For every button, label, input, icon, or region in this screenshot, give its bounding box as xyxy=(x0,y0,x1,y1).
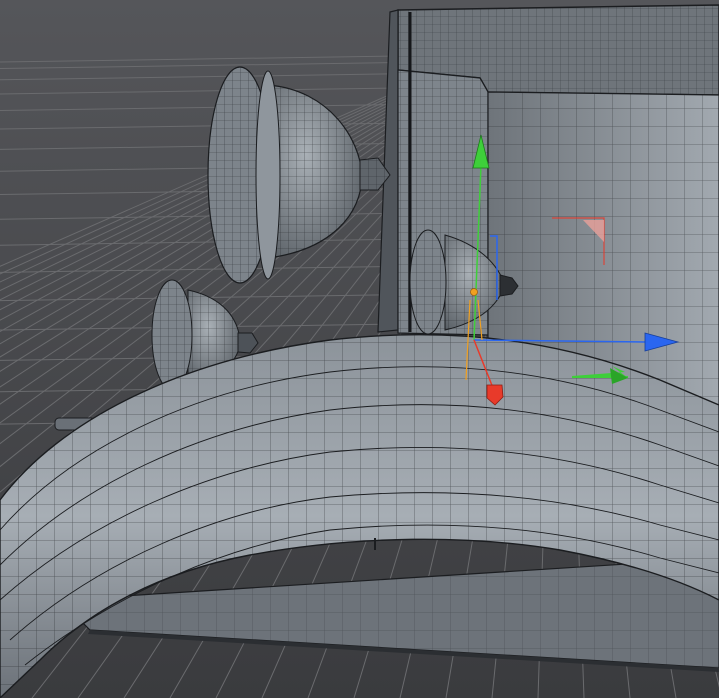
3d-viewport[interactable] xyxy=(0,0,719,698)
pivot-point[interactable] xyxy=(470,288,478,296)
viewport-canvas[interactable] xyxy=(0,0,719,698)
